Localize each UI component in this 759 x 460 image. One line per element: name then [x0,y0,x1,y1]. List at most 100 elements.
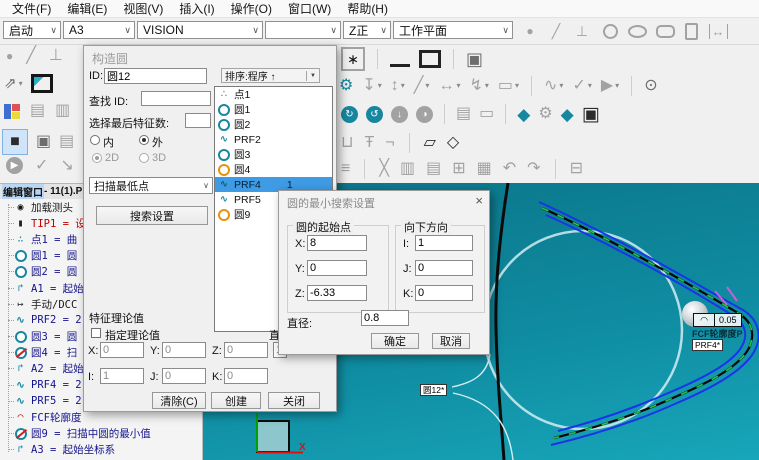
3d-radio[interactable] [139,153,149,163]
cancel-button[interactable]: 取消 [432,333,470,349]
frame-shield-icon[interactable]: ▱ [424,135,436,151]
list-item[interactable]: 圆4 [215,162,332,177]
y-theoretical-input[interactable] [162,342,206,358]
start-x-input[interactable] [307,235,367,251]
clear-button[interactable]: 清除(C) [152,392,206,409]
dir-j-input[interactable] [415,260,473,276]
confirm-icon[interactable]: ✓ [35,158,48,174]
list-item[interactable]: 圆2 [215,117,332,132]
step-icon[interactable]: ↘ [60,158,73,174]
probe-insert-icon[interactable]: ↧ [362,78,381,94]
cut-icon[interactable]: ╳ [379,161,389,177]
pillar-icon[interactable]: Ŧ [364,135,374,151]
perpendicular-icon[interactable]: ⊥ [572,18,592,44]
j-theoretical-input[interactable] [162,368,206,384]
probe-settings-icon[interactable]: ⚙ [339,78,353,94]
move-distance-icon[interactable]: ↔ [438,78,460,94]
feature-label-circle12[interactable]: 圆12* [420,384,447,396]
dir-k-input[interactable] [415,285,473,301]
start-z-input[interactable] [307,285,367,301]
undo-icon[interactable]: ↶ [503,161,516,177]
play-icon[interactable]: ▶ [6,157,23,174]
sort-header[interactable]: 排序:程序 ↑ [221,68,320,83]
close-icon[interactable]: × [475,193,483,208]
find-id-input[interactable] [141,91,211,106]
list-icon[interactable]: ≡ [341,161,350,177]
menu-operation[interactable]: 操作(O) [223,0,280,17]
square-slot-icon[interactable] [682,18,700,44]
point-icon[interactable]: ● [520,18,540,44]
cascade-icon[interactable]: ▥ [55,103,70,119]
move-updown-icon[interactable]: ↕ [391,78,405,94]
probe-combo[interactable]: VISION [137,21,263,39]
2d-radio[interactable] [92,153,102,163]
fcf-frame[interactable]: ◠ 0.05 [693,313,742,327]
orbit-icon[interactable]: ↺ [366,106,383,123]
list-item[interactable]: ∴点1 [215,87,332,102]
tree-item-a3[interactable]: ↱A3 = 起始坐标系 [0,442,202,458]
start-mode-combo[interactable]: 启动 [3,21,61,39]
round-slot-icon[interactable] [654,18,676,44]
list-item[interactable]: ∿PRF2 [215,132,332,147]
frame-icon[interactable]: ▭ [498,78,519,94]
save-layout-icon[interactable]: ▣ [466,50,483,68]
close-button[interactable]: 关闭 [268,392,320,409]
slide-icon[interactable]: ▭ [479,106,494,122]
tip-combo[interactable] [265,21,341,39]
settings-cube-icon[interactable]: ◆ [561,106,574,123]
search-settings-button[interactable]: 搜索设置 [96,206,208,225]
minimize-line-icon[interactable] [390,52,410,67]
render-cube-icon[interactable]: ▣ [582,105,600,124]
pattern-icon[interactable]: ⊞ [452,161,465,177]
feature-label-prf4[interactable]: PRF4* [692,339,723,351]
dir-i-input[interactable] [415,235,473,251]
execute-icon[interactable]: ▶ [601,78,619,94]
menu-view[interactable]: 视图(V) [115,0,171,17]
diameter-input[interactable] [361,310,409,326]
painter-icon[interactable]: ◑ [416,106,433,123]
transform-gears-icon[interactable]: ⚙ [538,106,552,122]
inner-radio[interactable] [90,135,100,145]
cascade-lock-icon[interactable]: ▤ [30,103,45,119]
wireframe-cube-icon[interactable] [31,74,53,93]
create-button[interactable]: 创建 [211,392,261,409]
paste-icon[interactable]: ▤ [426,161,441,177]
cube-shield-icon[interactable]: ◇ [447,135,459,151]
move-line-icon[interactable]: ╱ [414,78,430,94]
list-item[interactable]: 圆3 [215,147,332,162]
list-item[interactable]: 圆1 [215,102,332,117]
redo-icon[interactable]: ↷ [527,161,540,177]
circle-icon[interactable] [600,18,620,44]
line-tool-icon[interactable]: ╱ [26,48,36,64]
zplus-combo[interactable]: Z正 [343,21,391,39]
outer-radio[interactable] [139,135,149,145]
asterisk-box-icon[interactable]: ∗ [341,47,365,71]
grid-icon[interactable]: ▦ [477,161,492,177]
lighting-cube-icon[interactable]: ◆ [517,106,530,123]
menu-window[interactable]: 窗口(W) [280,0,339,17]
tree-item-circle9[interactable]: 圆9 = 扫描中圆的最小值 [0,426,202,442]
probe-down-icon[interactable]: ↓ [391,106,408,123]
bucket-icon[interactable]: ⊔ [341,135,353,151]
point-tool-icon[interactable]: ● [6,50,13,62]
angle-tool-icon[interactable]: ⊥ [49,48,63,64]
start-y-input[interactable] [307,260,367,276]
menu-help[interactable]: 帮助(H) [339,0,396,17]
maximize-rect-icon[interactable] [419,50,441,68]
tile-windows-icon[interactable] [4,104,20,119]
i-theoretical-input[interactable] [100,368,144,384]
copy-icon[interactable]: ▥ [400,161,415,177]
construct-method-combo[interactable]: 扫描最低点 [89,177,213,194]
alignment-combo[interactable]: A3 [63,21,135,39]
clipboard-plus-icon[interactable]: ▤ [456,106,471,122]
menu-edit[interactable]: 编辑(E) [59,0,115,17]
workplane-combo[interactable]: 工作平面 [393,21,513,39]
last-count-input[interactable] [185,113,211,128]
translate-view-icon[interactable]: ⇗ [4,76,23,91]
menu-file[interactable]: 文件(F) [4,0,59,17]
assign-theoretical-checkbox[interactable] [91,328,101,338]
scan-path-icon[interactable]: ∿ [544,78,563,94]
copy-view-icon[interactable]: ▣ [36,134,51,150]
id-input[interactable] [104,68,207,84]
ellipse-icon[interactable] [626,18,648,44]
